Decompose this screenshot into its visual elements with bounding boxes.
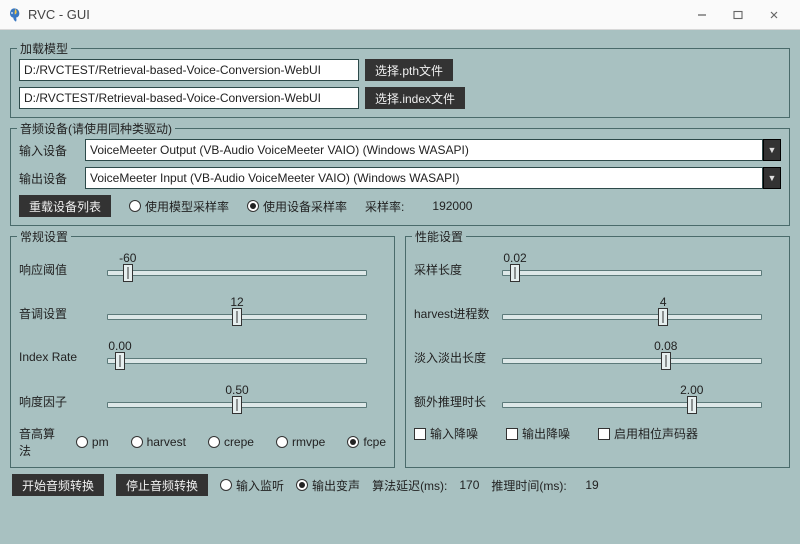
index-rate-value: 0.00: [108, 339, 131, 353]
algo-delay-label: 算法延迟(ms):: [372, 477, 447, 494]
output-voice-change-radio-label: 输出变声: [312, 477, 360, 494]
radio-icon: [347, 436, 359, 448]
block-length-label: 采样长度: [414, 261, 494, 278]
group-load-model-legend: 加载模型: [17, 40, 71, 57]
algo-radio-rmvpe[interactable]: rmvpe: [276, 435, 325, 449]
loudness-value: 0.50: [225, 383, 248, 397]
threshold-value: -60: [119, 251, 136, 265]
extra-infer-label: 额外推理时长: [414, 393, 494, 410]
input-device-label: 输入设备: [19, 142, 79, 159]
extra-infer-value: 2.00: [680, 383, 703, 397]
maximize-button[interactable]: [720, 3, 756, 27]
group-audio-devices: 音频设备(请使用同种类驱动) 输入设备 ▼ 输出设备 ▼ 重载设备列表 使用模型…: [10, 128, 790, 226]
output-noise-check-label: 输出降噪: [522, 425, 570, 442]
group-general: 常规设置 响应阈值 -60 音调设置 12 Index Rate: [10, 236, 395, 468]
algo-radio-label: rmvpe: [292, 435, 325, 449]
algo-radio-harvest[interactable]: harvest: [131, 435, 186, 449]
threshold-slider[interactable]: -60: [107, 254, 367, 284]
pitch-value: 12: [230, 295, 243, 309]
algo-radio-crepe[interactable]: crepe: [208, 435, 254, 449]
group-performance-legend: 性能设置: [412, 228, 466, 245]
sr-device-radio[interactable]: 使用设备采样率: [247, 198, 347, 215]
output-voice-change-radio[interactable]: 输出变声: [296, 477, 360, 494]
threshold-label: 响应阈值: [19, 261, 99, 278]
checkbox-icon: [598, 428, 610, 440]
harvest-threads-value: 4: [660, 295, 667, 309]
block-length-value: 0.02: [503, 251, 526, 265]
algo-radio-label: crepe: [224, 435, 254, 449]
app-icon: [6, 7, 22, 23]
radio-icon: [276, 436, 288, 448]
radio-icon: [296, 479, 308, 491]
infer-time-value: 19: [575, 478, 599, 492]
close-button[interactable]: [756, 3, 792, 27]
sr-device-radio-label: 使用设备采样率: [263, 198, 347, 215]
block-length-slider[interactable]: 0.02: [502, 254, 762, 284]
radio-icon: [76, 436, 88, 448]
sr-model-radio[interactable]: 使用模型采样率: [129, 198, 229, 215]
stop-convert-button[interactable]: 停止音频转换: [116, 474, 208, 496]
radio-icon: [131, 436, 143, 448]
algo-radio-fcpe[interactable]: fcpe: [347, 435, 386, 449]
output-noise-check[interactable]: 输出降噪: [506, 425, 570, 442]
titlebar: RVC - GUI: [0, 0, 800, 30]
algo-radio-label: pm: [92, 435, 109, 449]
phase-vocoder-check-label: 启用相位声码器: [614, 425, 698, 442]
radio-icon: [129, 200, 141, 212]
algo-radio-label: fcpe: [363, 435, 386, 449]
index-rate-label: Index Rate: [19, 350, 99, 364]
index-rate-slider[interactable]: 0.00: [107, 342, 367, 372]
group-general-legend: 常规设置: [17, 228, 71, 245]
group-load-model: 加载模型 选择.pth文件 选择.index文件: [10, 48, 790, 118]
pitch-algo-label: 音高算法: [19, 425, 64, 459]
sr-model-radio-label: 使用模型采样率: [145, 198, 229, 215]
pitch-slider[interactable]: 12: [107, 298, 367, 328]
group-performance: 性能设置 采样长度 0.02 harvest进程数 4 淡入淡出长度: [405, 236, 790, 468]
phase-vocoder-check[interactable]: 启用相位声码器: [598, 425, 698, 442]
reload-devices-button[interactable]: 重载设备列表: [19, 195, 111, 217]
pick-index-button[interactable]: 选择.index文件: [365, 87, 465, 109]
loudness-label: 响度因子: [19, 393, 99, 410]
crossfade-value: 0.08: [654, 339, 677, 353]
sample-rate-label: 采样率:: [365, 198, 404, 215]
crossfade-label: 淡入淡出长度: [414, 349, 494, 366]
index-path-input[interactable]: [19, 87, 359, 109]
crossfade-slider[interactable]: 0.08: [502, 342, 762, 372]
input-device-dropdown-icon[interactable]: ▼: [763, 139, 781, 161]
loudness-slider[interactable]: 0.50: [107, 386, 367, 416]
output-device-combo[interactable]: [85, 167, 763, 189]
algo-radio-label: harvest: [147, 435, 186, 449]
radio-icon: [208, 436, 220, 448]
algo-radio-pm[interactable]: pm: [76, 435, 109, 449]
minimize-button[interactable]: [684, 3, 720, 27]
window-title: RVC - GUI: [28, 7, 90, 22]
input-noise-check[interactable]: 输入降噪: [414, 425, 478, 442]
output-device-label: 输出设备: [19, 170, 79, 187]
sample-rate-value: 192000: [432, 199, 472, 213]
checkbox-icon: [506, 428, 518, 440]
input-monitor-radio[interactable]: 输入监听: [220, 477, 284, 494]
extra-infer-slider[interactable]: 2.00: [502, 386, 762, 416]
radio-icon: [220, 479, 232, 491]
start-convert-button[interactable]: 开始音频转换: [12, 474, 104, 496]
input-device-combo[interactable]: [85, 139, 763, 161]
pick-pth-button[interactable]: 选择.pth文件: [365, 59, 453, 81]
radio-icon: [247, 200, 259, 212]
group-audio-devices-legend: 音频设备(请使用同种类驱动): [17, 120, 175, 137]
algo-delay-value: 170: [455, 478, 479, 492]
infer-time-label: 推理时间(ms):: [491, 477, 566, 494]
checkbox-icon: [414, 428, 426, 440]
pitch-label: 音调设置: [19, 305, 99, 322]
harvest-threads-slider[interactable]: 4: [502, 298, 762, 328]
input-noise-check-label: 输入降噪: [430, 425, 478, 442]
input-monitor-radio-label: 输入监听: [236, 477, 284, 494]
pth-path-input[interactable]: [19, 59, 359, 81]
harvest-threads-label: harvest进程数: [414, 305, 494, 322]
output-device-dropdown-icon[interactable]: ▼: [763, 167, 781, 189]
